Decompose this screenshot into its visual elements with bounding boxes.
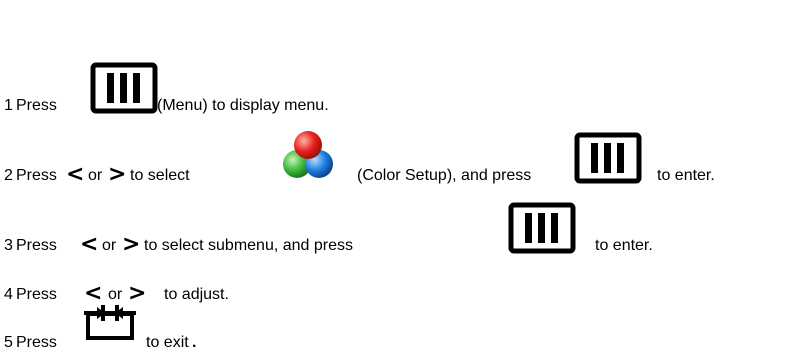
step-number: 5 xyxy=(4,334,13,351)
step-text: Press xyxy=(16,334,57,351)
left-arrow-icon: < xyxy=(66,162,85,187)
step-text: to select submenu, and press xyxy=(144,237,354,254)
menu-button-icon xyxy=(508,202,576,254)
right-arrow-icon: > xyxy=(128,281,147,306)
step-text: or xyxy=(108,286,123,303)
step-text: Press xyxy=(16,286,57,303)
menu-button-icon xyxy=(574,132,642,184)
step-text: or xyxy=(102,237,117,254)
step-text: Press xyxy=(16,167,57,184)
step-text: Press xyxy=(16,97,57,114)
right-arrow-icon: > xyxy=(122,232,141,257)
step-text: (Color Setup), and press xyxy=(357,167,532,184)
right-arrow-icon: > xyxy=(108,162,127,187)
step-number: 1 xyxy=(4,97,13,114)
color-setup-icon xyxy=(280,130,336,186)
step-number: 4 xyxy=(4,286,13,303)
step-text: to select xyxy=(130,167,190,184)
step-text: or xyxy=(88,167,103,184)
step-period: . xyxy=(192,334,197,351)
step-text: Press xyxy=(16,237,57,254)
left-arrow-icon: < xyxy=(84,281,103,306)
step-text: to adjust. xyxy=(164,286,229,303)
step-number: 3 xyxy=(4,237,13,254)
left-arrow-icon: < xyxy=(80,232,99,257)
step-text: to exit xyxy=(146,334,189,351)
step-number: 2 xyxy=(4,167,13,184)
step-text: (Menu) to display menu. xyxy=(157,97,329,114)
step-text: to enter. xyxy=(657,167,715,184)
menu-button-icon xyxy=(90,62,158,114)
step-text: to enter. xyxy=(595,237,653,254)
exit-button-icon xyxy=(82,303,138,349)
